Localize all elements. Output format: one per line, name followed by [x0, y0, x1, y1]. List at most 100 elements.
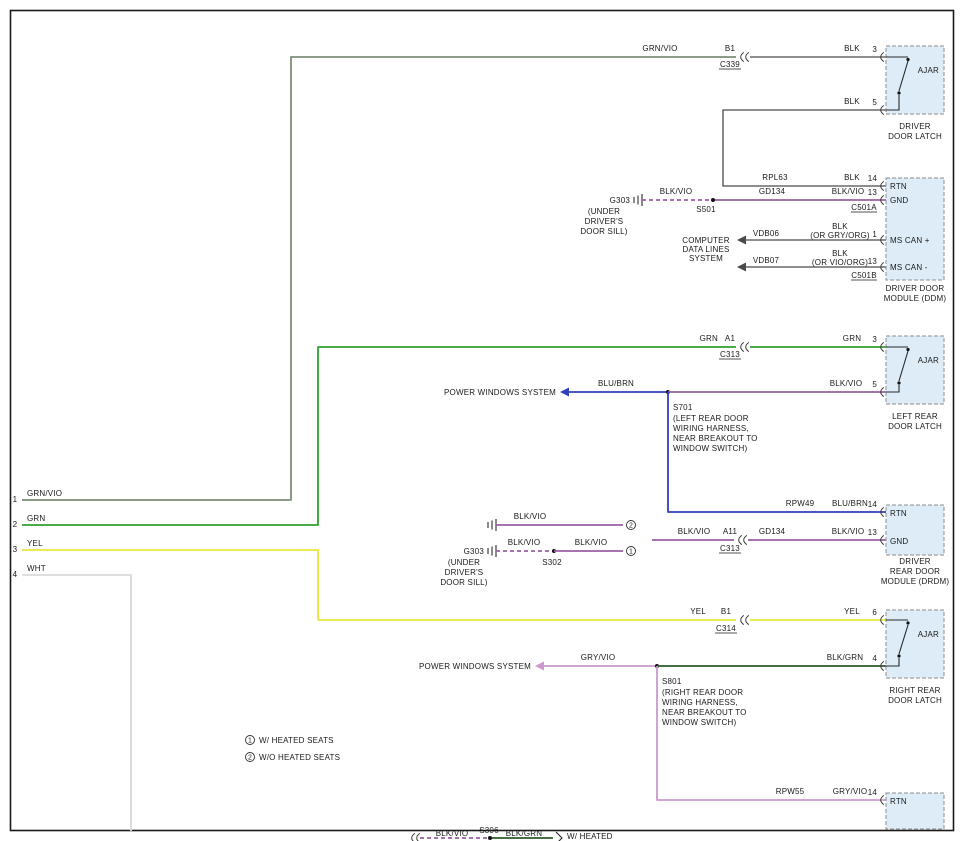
footnotes: 1 W/ HEATED SEATS 2 W/O HEATED SEATS [246, 736, 341, 763]
inline-connector-icon [746, 615, 749, 624]
wire-color-label: GRN/VIO [27, 489, 62, 498]
harness-wires [22, 57, 736, 831]
inline-connector-icon [741, 342, 744, 351]
inline-connector-icon [746, 342, 749, 351]
inline-connector-icon [746, 52, 749, 61]
module-pin-label: GND [890, 196, 908, 205]
system-label: SYSTEM [689, 254, 723, 263]
bottom-partial-circuit: BLK/VIO S306 BLK/GRN W/ HEATED [412, 826, 613, 841]
wire-label: (OR VIO/ORG) [812, 258, 868, 267]
wire-grn-vio [22, 57, 736, 500]
wire-label: BLK/VIO [660, 187, 693, 196]
off-page-arrow-icon [535, 662, 544, 671]
wire-label: GRY/VIO [833, 787, 868, 796]
wire-label: BLK/VIO [575, 538, 608, 547]
connector-name: C501B [851, 271, 876, 280]
inline-connector-icon [741, 615, 744, 624]
pin-number: 3 [872, 335, 877, 344]
connector-name: C339 [720, 60, 740, 69]
module-pin-label: RTN [890, 797, 907, 806]
wire-label: BLK [844, 44, 860, 53]
splice-dot [711, 198, 715, 202]
wire-label: BLK/VIO [830, 379, 863, 388]
pin-number: 3 [872, 45, 877, 54]
wire-label: GRN/VIO [642, 44, 677, 53]
module-pin-label: MS CAN + [890, 236, 930, 245]
wire-color-label: WHT [27, 564, 46, 573]
ground-icon [488, 519, 496, 531]
ground-location: DOOR SILL) [440, 578, 487, 587]
pin-number: 3 [13, 545, 18, 554]
splice-name: S501 [696, 205, 716, 214]
connector-name: C313 [720, 544, 740, 553]
wire-yel [22, 550, 736, 620]
circuit-number: GD134 [759, 187, 786, 196]
contact-dot [897, 91, 900, 94]
wire-label: BLK/VIO [436, 829, 469, 838]
wire-wht [22, 575, 131, 831]
wire-label: BLK/GRN [827, 653, 864, 662]
splice-name: S701 [673, 403, 693, 412]
driver-door-module: RTN GND MS CAN + MS CAN - DRIVER DOOR MO… [884, 178, 947, 303]
option-marker: 1 [629, 549, 633, 556]
wire-label: BLU/BRN [598, 379, 634, 388]
right-rear-latch-circuit: YEL B1 C314 YEL 6 POWER WINDOWS SYSTEM G… [419, 607, 886, 805]
pin-number: 14 [868, 788, 878, 797]
circuit-number: GD134 [759, 527, 786, 536]
module-pin-label: RTN [890, 509, 907, 518]
contact-dot [906, 348, 909, 351]
circuit-number: VDB06 [753, 229, 780, 238]
ground-location: DRIVER'S [445, 568, 484, 577]
option-marker: 2 [629, 523, 633, 530]
connector-name: C501A [851, 203, 877, 212]
wire-label: GRN [843, 334, 861, 343]
pin-number: 13 [868, 188, 878, 197]
wire-label: BLK/VIO [832, 187, 865, 196]
option-brace-icon [556, 832, 562, 841]
splice-location: NEAR BREAKOUT TO [662, 708, 747, 717]
splice-name: S801 [662, 677, 682, 686]
wire-label: BLK/VIO [508, 538, 541, 547]
component-name: MODULE (DRDM) [881, 577, 950, 586]
option-marker: 1 [248, 738, 252, 745]
driver-door-module-circuit: RPL63 BLK 14 GD134 BLK/VIO 13 C501A G303… [580, 173, 886, 280]
pin-number: 4 [13, 570, 18, 579]
connector-name: C314 [716, 624, 736, 633]
component-name: DOOR LATCH [888, 696, 942, 705]
wire-label: BLK [832, 249, 848, 258]
pin-number: 5 [872, 380, 877, 389]
ground-name: G303 [610, 196, 631, 205]
connector-pin-label: A11 [723, 527, 738, 536]
inline-connector-icon [417, 833, 420, 841]
ground-location: DOOR SILL) [580, 227, 627, 236]
wire-color-label: GRN [27, 514, 45, 523]
off-page-arrow-icon [737, 263, 746, 272]
pin-number: 1 [872, 230, 877, 239]
component-name: MODULE (DDM) [884, 294, 947, 303]
connector-pin-label: B1 [721, 607, 732, 616]
wire-label: BLK/VIO [832, 527, 865, 536]
splice-name: S306 [479, 826, 499, 835]
wire-label: (OR GRY/ORG) [810, 231, 870, 240]
splice-location: NEAR BREAKOUT TO [673, 434, 758, 443]
component-box [886, 336, 944, 404]
wire-grn [22, 347, 736, 525]
diagram-border [11, 11, 954, 831]
wire-blk-return [723, 110, 886, 186]
ajar-switch-label: AJAR [918, 356, 939, 365]
circuit-number: RPW55 [776, 787, 805, 796]
wiring-diagram-canvas: 1 GRN/VIO 2 GRN 3 YEL 4 WHT GRN/VIO B1 C… [0, 0, 964, 841]
component-name: DRIVER [899, 122, 930, 131]
system-label: POWER WINDOWS SYSTEM [419, 662, 531, 671]
contact-dot [897, 654, 900, 657]
splice-location: WIRING HARNESS, [662, 698, 738, 707]
pin-number: 4 [872, 654, 877, 663]
wire-label: BLK/VIO [678, 527, 711, 536]
contact-dot [906, 58, 909, 61]
left-rear-latch-circuit: GRN A1 C313 GRN 3 POWER WINDOWS SYSTEM B… [444, 334, 886, 512]
wire-label: GRY/VIO [581, 653, 616, 662]
pin-number: 14 [868, 500, 878, 509]
splice-location: WIRING HARNESS, [673, 424, 749, 433]
left-connector-pins: 1 GRN/VIO 2 GRN 3 YEL 4 WHT [13, 489, 63, 579]
wire-label: BLK/GRN [506, 829, 543, 838]
